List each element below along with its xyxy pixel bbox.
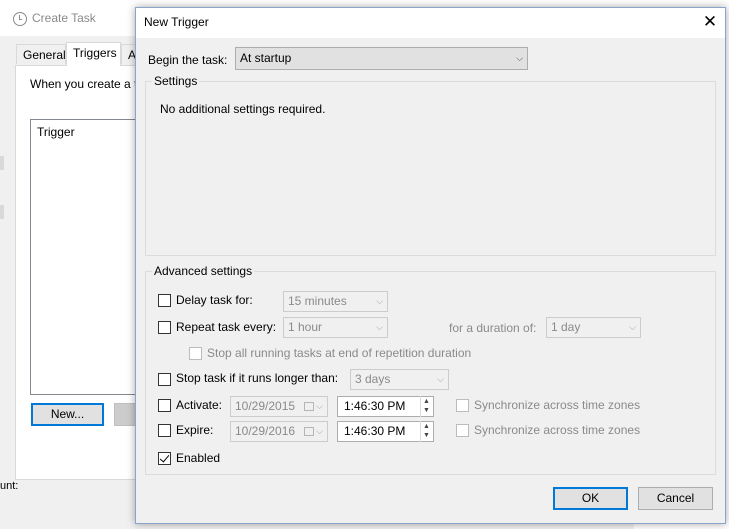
activate-time-picker[interactable]: 1:46:30 PM ▲ ▼	[337, 396, 434, 417]
begin-task-value: At startup	[240, 51, 292, 65]
delay-task-select[interactable]: 15 minutes ⌵	[283, 291, 388, 312]
expire-time-value: 1:46:30 PM	[344, 424, 406, 438]
spin-arrows-icon[interactable]: ▲ ▼	[420, 421, 434, 442]
settings-title: Settings	[152, 74, 200, 88]
trigger-list-header: Trigger	[37, 125, 75, 139]
close-icon[interactable]: ✕	[698, 10, 722, 34]
calendar-icon	[304, 402, 314, 411]
repeat-task-label: Repeat task every:	[176, 320, 277, 334]
activate-checkbox[interactable]	[158, 399, 171, 412]
repeat-duration-select[interactable]: 1 day ⌵	[546, 317, 641, 338]
expire-checkbox[interactable]	[158, 424, 171, 437]
enabled-checkbox[interactable]	[158, 452, 171, 465]
chevron-down-icon: ⌵	[376, 296, 383, 306]
chevron-down-icon: ⌵	[316, 401, 323, 411]
expire-date-value: 10/29/2016	[235, 424, 296, 438]
chevron-down-icon: ⌵	[629, 322, 636, 332]
delay-task-checkbox[interactable]	[158, 294, 171, 307]
activate-sync-label: Synchronize across time zones	[474, 398, 641, 412]
enabled-label: Enabled	[176, 451, 221, 465]
background-edge-fragment	[0, 156, 4, 170]
stop-longer-checkbox[interactable]	[158, 373, 171, 386]
background-edge-fragment	[0, 205, 4, 219]
dialog-titlebar	[136, 8, 725, 38]
repeat-duration-label: for a duration of:	[449, 321, 537, 335]
tab-triggers[interactable]: Triggers	[66, 42, 121, 66]
stop-running-label: Stop all running tasks at end of repetit…	[207, 346, 472, 360]
stop-longer-value: 3 days	[355, 372, 391, 386]
activate-time-value: 1:46:30 PM	[344, 399, 406, 413]
repeat-task-value: 1 hour	[288, 320, 323, 334]
trigger-list[interactable]	[30, 119, 140, 395]
expire-sync-label: Synchronize across time zones	[474, 423, 641, 437]
expire-label: Expire:	[176, 423, 214, 437]
expire-sync-checkbox[interactable]	[456, 424, 469, 437]
chevron-down-icon: ⌵	[376, 322, 383, 332]
background-description: When you create a t	[30, 77, 138, 91]
delay-task-label: Delay task for:	[176, 293, 253, 307]
cancel-button[interactable]: Cancel	[638, 487, 713, 510]
background-account-label: unt:	[0, 480, 19, 492]
stop-running-checkbox[interactable]	[189, 347, 202, 360]
repeat-task-select[interactable]: 1 hour ⌵	[283, 317, 388, 338]
background-window-title: Create Task	[32, 11, 96, 25]
repeat-duration-value: 1 day	[551, 320, 581, 334]
chevron-down-icon: ⌵	[516, 53, 523, 63]
repeat-task-checkbox[interactable]	[158, 321, 171, 334]
calendar-icon	[304, 427, 314, 436]
settings-message: No additional settings required.	[160, 102, 326, 116]
stop-longer-label: Stop task if it runs longer than:	[176, 371, 339, 385]
begin-task-select[interactable]: At startup ⌵	[235, 47, 528, 70]
activate-date-value: 10/29/2015	[235, 399, 296, 413]
expire-date-picker[interactable]: 10/29/2016 ⌵	[230, 421, 328, 442]
begin-task-label: Begin the task:	[148, 53, 228, 67]
activate-sync-checkbox[interactable]	[456, 399, 469, 412]
new-trigger-button[interactable]: New...	[31, 403, 104, 426]
expire-time-picker[interactable]: 1:46:30 PM ▲ ▼	[337, 421, 434, 442]
ok-button[interactable]: OK	[553, 487, 628, 510]
activate-label: Activate:	[176, 398, 223, 412]
clock-icon	[13, 12, 27, 26]
chevron-down-icon: ⌵	[437, 374, 444, 384]
activate-date-picker[interactable]: 10/29/2015 ⌵	[230, 396, 328, 417]
chevron-down-icon: ⌵	[316, 426, 323, 436]
spin-arrows-icon[interactable]: ▲ ▼	[420, 396, 434, 417]
stop-longer-select[interactable]: 3 days ⌵	[350, 369, 449, 390]
delay-task-value: 15 minutes	[288, 294, 347, 308]
tab-general[interactable]: General	[16, 44, 66, 64]
dialog-title: New Trigger	[144, 15, 209, 29]
advanced-settings-title: Advanced settings	[152, 264, 255, 278]
